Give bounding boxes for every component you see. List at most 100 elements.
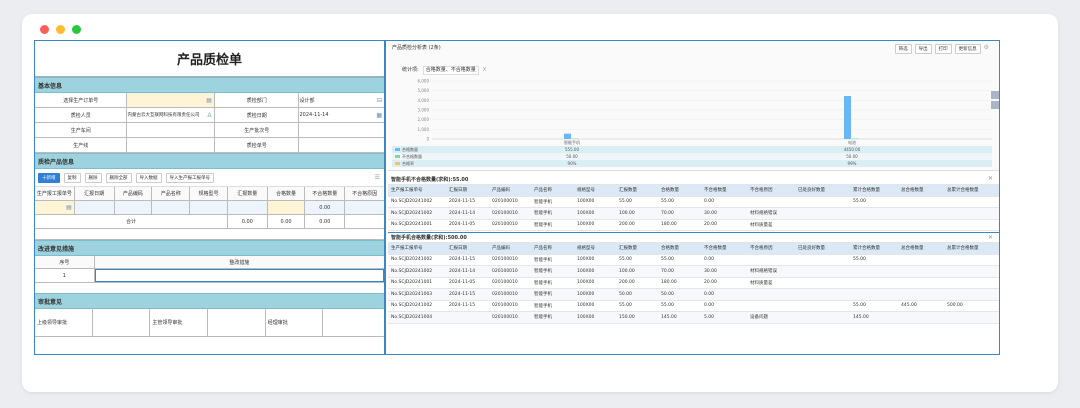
table-cell	[850, 266, 898, 277]
table-row[interactable]: No.SCJD20241002 2024-11-15 020100010 智能手机 10…	[388, 197, 999, 208]
table-cell: 100.00	[619, 210, 635, 216]
minimize-dot-icon[interactable]	[56, 25, 65, 34]
table-cell: 100.00	[619, 268, 635, 274]
table-row[interactable]: No.SCJD20241002 2024-11-14 020100010 智能手机 10…	[388, 266, 999, 278]
import-data-button[interactable]: 导入数据	[135, 172, 162, 183]
table-cell: 55.00	[619, 199, 632, 205]
delete-all-button[interactable]: 删除全部	[105, 172, 132, 183]
table-row[interactable]: No.SCJD20241002 2024-11-14 020100010 智能手机 10…	[388, 208, 999, 220]
order-select-field[interactable]: ▤	[127, 93, 215, 107]
column-header: 汇报日期	[75, 187, 115, 200]
add-button[interactable]: 十新增	[38, 172, 60, 183]
column-header: 序号	[35, 256, 95, 268]
table-cell	[850, 208, 898, 219]
approval-label: 上级领导审批	[35, 309, 93, 336]
side-tool-icon[interactable]	[991, 101, 999, 109]
table-row[interactable]: No.SCJD20241002 2024-11-15 020100010 智能手机 10…	[388, 301, 999, 312]
close-dot-icon[interactable]	[40, 25, 49, 34]
table-cell: 100X00	[577, 291, 595, 297]
product-row[interactable]: ▤ 0.00	[35, 201, 384, 215]
side-tool-icon[interactable]	[991, 91, 999, 99]
field-label: 生产线	[35, 138, 128, 152]
bar-合格数量	[844, 95, 851, 139]
date-field[interactable]: 2024-11-14 ▦	[299, 108, 384, 122]
list-icon[interactable]: ▤	[206, 97, 212, 104]
close-icon[interactable]: ✕	[988, 234, 993, 241]
ng-qty-cell[interactable]: 0.00	[305, 201, 346, 214]
import-report-button[interactable]: 导入生产报工报单号	[165, 172, 214, 183]
table-cell: 材料质量差	[750, 280, 773, 286]
table-header-row: 生产报工报单号 汇报日期 产品编码 产品名称 规格型号 汇报数量 合格数量 不合格数量 不合格原…	[388, 185, 999, 197]
batch-field[interactable]	[299, 123, 384, 137]
workshop-field[interactable]	[127, 123, 215, 137]
y-tick-label: 5,000	[418, 88, 430, 93]
table-row[interactable]: No.SCJD20241002 2024-11-15 020100010 智能手机 10…	[388, 255, 999, 266]
table-cell[interactable]	[190, 201, 228, 214]
basic-row: 质检人员 内蒙古云大互联网科技有限责任公司 ♙ 质检日期 2024-11-14 ▦	[35, 108, 384, 123]
ok-qty-cell[interactable]	[267, 201, 306, 214]
table-cell: 0.00	[704, 303, 715, 309]
column-header: 不合格原因	[352, 191, 378, 197]
table-cell	[795, 220, 850, 231]
column-header: 合格数量	[268, 187, 306, 200]
inspection-no-field[interactable]	[299, 138, 384, 152]
legend-swatch	[395, 162, 400, 165]
approval-input[interactable]	[93, 309, 151, 336]
improve-input[interactable]	[94, 269, 384, 282]
table-cell[interactable]	[115, 201, 153, 214]
table-cell	[850, 289, 898, 300]
table-cell: 020100010	[492, 257, 518, 263]
table-cell: 145.00	[853, 314, 869, 320]
total-report: 0.00	[228, 215, 268, 228]
table-cell	[898, 278, 944, 289]
inspector-field[interactable]: 内蒙古云大互联网科技有限责任公司 ♙	[127, 108, 215, 122]
data-table-value: 50.00	[846, 154, 858, 159]
menu-icon[interactable]: ☰	[375, 174, 380, 181]
table-cell: No.SCJD20241003	[391, 291, 433, 297]
column-header: 产品编码	[492, 188, 510, 194]
table-cell	[747, 197, 795, 208]
column-header: 累计合格数量	[853, 188, 880, 194]
report-no-cell[interactable]: ▤	[35, 201, 75, 214]
analysis-panel: 产品质检分析表 (2条) 筛选 导出 打印 更新信息 ⚙ 统计项: 合格数量、不…	[388, 41, 999, 354]
maximize-dot-icon[interactable]	[72, 25, 81, 34]
table-cell: 2024-11-15	[449, 257, 476, 263]
table-row[interactable]: No.SCJD20241004 020100010 智能手机 100X00 150.00…	[388, 312, 999, 324]
table-row[interactable]: No.SCJD20241001 2024-11-05 020100010 智能手机 10…	[388, 220, 999, 231]
table-cell: 020100010	[492, 210, 518, 216]
table-cell[interactable]	[345, 201, 384, 214]
table-cell[interactable]	[152, 201, 191, 214]
delete-button[interactable]: 删除	[84, 172, 102, 183]
basic-row: 选择生产订单号 ▤ 质检部门 设计部 ⊟	[35, 93, 384, 108]
table-row[interactable]: No.SCJD20241001 2024-11-05 020100010 智能手机 10…	[388, 278, 999, 289]
calendar-icon[interactable]: ▦	[376, 112, 382, 119]
column-header: 产品名称	[534, 188, 552, 194]
table-cell: 30.00	[704, 268, 717, 274]
table-cell: 2024-11-05	[449, 222, 476, 228]
data-table-row	[392, 160, 992, 167]
table-cell[interactable]	[75, 201, 115, 214]
column-header: 汇报日期	[449, 246, 467, 252]
copy-button[interactable]: 复制	[63, 172, 81, 183]
select-icon[interactable]: ⊟	[377, 97, 382, 104]
approval-input[interactable]	[208, 309, 266, 336]
chart-panel: 产品质检分析表 (2条) 筛选 导出 打印 更新信息 ⚙ 统计项: 合格数量、不…	[388, 41, 999, 171]
column-header: 合格数量	[661, 246, 679, 252]
table-cell: 材料规格错误	[750, 211, 777, 217]
list-icon[interactable]: ▤	[66, 204, 72, 211]
table-cell	[898, 255, 944, 266]
table-cell[interactable]	[228, 201, 268, 214]
column-header: 总合格数量	[901, 246, 924, 252]
table-cell	[795, 266, 850, 277]
table-cell: 智能手机	[534, 211, 552, 217]
table-cell: 020100010	[492, 199, 518, 205]
approval-input[interactable]	[323, 309, 384, 336]
department-field[interactable]: 设计部 ⊟	[299, 93, 384, 107]
close-icon[interactable]: ✕	[988, 175, 993, 182]
user-icon[interactable]: ♙	[207, 112, 212, 119]
table-row[interactable]: No.SCJD20241003 2024-11-15 020100010 智能手机 10…	[388, 289, 999, 301]
table-cell	[898, 289, 944, 300]
table-cell	[795, 301, 850, 312]
line-field[interactable]	[127, 138, 215, 152]
table-cell: 100X00	[577, 210, 595, 216]
